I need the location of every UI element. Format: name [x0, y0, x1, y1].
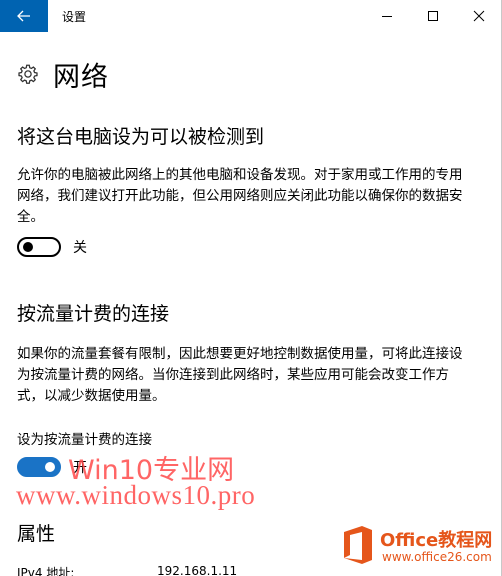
close-button[interactable]	[456, 0, 501, 32]
settings-window: 设置 网络 将这台电脑设为可以被检测到 允许你的电脑被此网络上的其他电脑和设备发…	[0, 0, 502, 576]
gear-icon	[18, 64, 38, 84]
discovery-toggle-state: 关	[73, 240, 87, 256]
back-arrow-icon	[17, 10, 30, 22]
toggle-knob	[45, 462, 55, 472]
back-button[interactable]	[0, 0, 48, 32]
toggle-knob	[23, 242, 33, 252]
discovery-description: 允许你的电脑被此网络上的其他电脑和设备发现。对于家用或工作用的专用网络，我们建议…	[17, 167, 463, 225]
logo-name: Office教程网	[380, 530, 493, 551]
maximize-icon	[428, 11, 438, 21]
metered-toggle[interactable]	[17, 457, 61, 477]
title-bar: 设置	[0, 0, 501, 32]
maximize-button[interactable]	[410, 0, 456, 32]
minimize-icon	[382, 16, 392, 17]
minimize-button[interactable]	[364, 0, 410, 32]
close-icon	[473, 10, 485, 22]
page-title: 网络	[53, 61, 109, 93]
metered-setting-label: 设为按流量计费的连接	[17, 432, 152, 448]
page-header: 网络	[17, 58, 109, 93]
window-title: 设置	[62, 10, 87, 24]
logo-url: www.office26.com	[382, 550, 492, 564]
ipv4-label: IPv4 地址:	[17, 566, 75, 576]
watermark-line2: www.windows10.pro	[16, 480, 256, 510]
office-logo-icon	[344, 526, 372, 564]
metered-section-title: 按流量计费的连接	[17, 303, 170, 325]
discovery-section-title: 将这台电脑设为可以被检测到	[17, 126, 265, 148]
properties-section-title: 属性	[17, 523, 56, 545]
ipv4-value: 192.168.1.11	[157, 564, 238, 576]
office-logo: Office教程网 www.office26.com	[336, 520, 501, 570]
metered-description: 如果你的流量套餐有限制，因此想要更好地控制数据使用量，可将此连接设为按流量计费的…	[17, 346, 463, 404]
discovery-toggle[interactable]	[17, 237, 61, 257]
